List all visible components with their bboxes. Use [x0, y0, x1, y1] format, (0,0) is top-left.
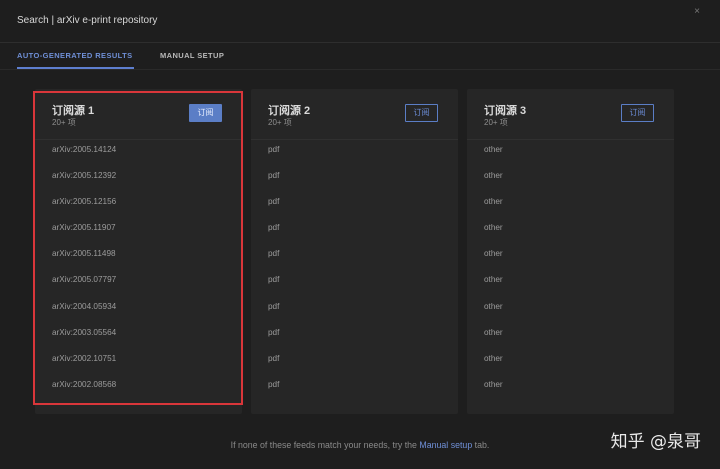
feed-item: arXiv:2004.05934 [52, 301, 117, 311]
feed-item: arXiv:2005.12156 [52, 197, 117, 207]
feed-title: 订阅源 1 [52, 105, 95, 117]
feed-item: arXiv:2003.05564 [52, 327, 117, 337]
subscribe-button[interactable]: 订阅 [189, 104, 222, 122]
feed-item: arXiv:2002.10751 [52, 353, 117, 363]
feed-item: other [484, 171, 503, 181]
feed-item-list: other other other other other other othe… [484, 145, 654, 406]
footer-hint-suffix: tab. [472, 440, 490, 450]
feed-card-header: 订阅源 1 20+ 项 订阅 [35, 89, 242, 140]
feed-item: arXiv:2005.14124 [52, 145, 117, 154]
feed-item: other [484, 145, 503, 154]
feed-item: pdf [268, 327, 280, 337]
feed-item: pdf [268, 223, 280, 233]
feed-item: pdf [268, 171, 280, 181]
feed-card-1: 订阅源 1 20+ 项 订阅 arXiv:2005.14124 arXiv:20… [35, 89, 242, 414]
tab-bar: AUTO-GENERATED RESULTS MANUAL SETUP [0, 43, 720, 70]
feed-title: 订阅源 3 [484, 105, 527, 117]
feed-item-list: pdf pdf pdf pdf pdf pdf pdf pdf pdf pdf [268, 145, 438, 406]
feed-item: pdf [268, 145, 280, 154]
subscribe-button[interactable]: 订阅 [405, 104, 438, 122]
zhihu-watermark: 知乎 @泉哥 [610, 432, 701, 452]
feed-item: other [484, 379, 503, 389]
feed-item-count: 20+ 项 [268, 118, 292, 127]
feed-item: arXiv:2002.08568 [52, 379, 117, 389]
feed-card-2: 订阅源 2 20+ 项 订阅 pdf pdf pdf pdf pdf pdf p… [251, 89, 458, 414]
feed-item-count: 20+ 项 [484, 118, 508, 127]
feed-item: arXiv:2005.07797 [52, 275, 117, 285]
feed-item: other [484, 197, 503, 207]
feed-item: other [484, 327, 503, 337]
close-icon[interactable]: × [694, 6, 700, 18]
feed-item: other [484, 353, 503, 363]
dialog-title-bar: Search | arXiv e-print repository × [0, 0, 720, 43]
feed-item: other [484, 223, 503, 233]
tab-manual-setup[interactable]: MANUAL SETUP [160, 51, 224, 60]
tab-auto-generated-results[interactable]: AUTO-GENERATED RESULTS [17, 51, 132, 60]
feed-item: arXiv:2005.11498 [52, 249, 116, 259]
feed-item: pdf [268, 249, 280, 259]
feed-card-header: 订阅源 2 20+ 项 订阅 [251, 89, 458, 140]
dialog-title: Search | arXiv e-print repository [17, 15, 158, 26]
feed-item: pdf [268, 275, 280, 285]
active-tab-indicator [17, 67, 134, 69]
feed-item-list: arXiv:2005.14124 arXiv:2005.12392 arXiv:… [52, 145, 222, 406]
subscribe-button[interactable]: 订阅 [621, 104, 654, 122]
feed-item: pdf [268, 301, 280, 311]
footer-hint-prefix: If none of these feeds match your needs,… [230, 440, 420, 450]
feed-item: other [484, 275, 503, 285]
feed-title: 订阅源 2 [268, 105, 311, 117]
feed-item: pdf [268, 197, 280, 207]
feed-item: other [484, 301, 503, 311]
feed-card-header: 订阅源 3 20+ 项 订阅 [467, 89, 674, 140]
feed-item: arXiv:2005.11907 [52, 223, 116, 233]
feed-item: arXiv:2005.12392 [52, 171, 117, 181]
manual-setup-link[interactable]: Manual setup [419, 440, 472, 450]
search-dialog: Search | arXiv e-print repository × AUTO… [0, 0, 720, 469]
feed-item: pdf [268, 379, 280, 389]
feed-item: pdf [268, 353, 280, 363]
feed-item: other [484, 249, 503, 259]
feed-card-3: 订阅源 3 20+ 项 订阅 other other other other o… [467, 89, 674, 414]
feed-item-count: 20+ 项 [52, 118, 76, 127]
feed-cards: 订阅源 1 20+ 项 订阅 arXiv:2005.14124 arXiv:20… [35, 89, 674, 414]
